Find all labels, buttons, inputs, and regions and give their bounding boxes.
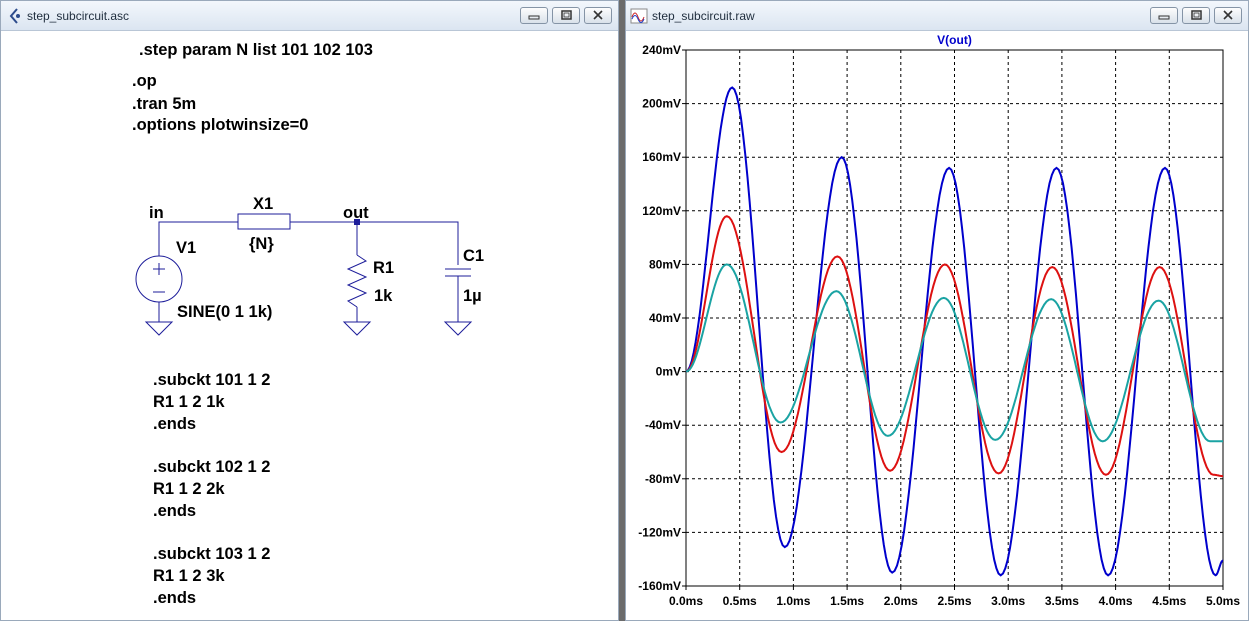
y-tick-label: -80mV — [645, 472, 681, 486]
restore-button[interactable] — [1182, 7, 1210, 24]
minimize-button[interactable] — [1150, 7, 1178, 24]
y-tick-label: 240mV — [642, 43, 681, 57]
y-tick-label: 40mV — [649, 311, 681, 325]
ground-icon[interactable] — [342, 321, 372, 336]
r1-name[interactable]: R1 — [373, 259, 394, 277]
c1-value[interactable]: 1µ — [463, 287, 482, 305]
x1-name[interactable]: X1 — [253, 195, 273, 213]
y-tick-label: -120mV — [638, 525, 681, 539]
subckt3-line3[interactable]: .ends — [153, 589, 196, 607]
net-label-in[interactable]: in — [149, 204, 164, 222]
schematic-window-title: step_subcircuit.asc — [27, 9, 130, 23]
schematic-window[interactable]: step_subcircuit.asc .step param N list 1… — [0, 0, 619, 621]
schematic-app-icon — [9, 8, 20, 24]
directive-options[interactable]: .options plotwinsize=0 — [132, 116, 308, 134]
subckt3-line1[interactable]: .subckt 103 1 2 — [153, 545, 270, 563]
ground-icon[interactable] — [443, 321, 473, 336]
x-tick-label: 0.0ms — [669, 594, 703, 608]
subckt1-line1[interactable]: .subckt 101 1 2 — [153, 371, 270, 389]
v1-name[interactable]: V1 — [176, 239, 196, 257]
subckt2-line2[interactable]: R1 1 2 2k — [153, 480, 225, 498]
ground-icon[interactable] — [144, 321, 174, 336]
x1-value[interactable]: {N} — [249, 235, 274, 253]
restore-icon — [1191, 10, 1202, 20]
restore-icon — [561, 10, 572, 20]
y-tick-label: 160mV — [642, 150, 681, 164]
close-icon — [593, 10, 603, 20]
directive-step[interactable]: .step param N list 101 102 103 — [139, 41, 373, 59]
subckt1-line3[interactable]: .ends — [153, 415, 196, 433]
y-tick-label: 200mV — [642, 97, 681, 111]
x-tick-label: 4.0ms — [1099, 594, 1133, 608]
r1-value[interactable]: 1k — [374, 287, 393, 305]
waveform-canvas[interactable]: -160mV -120mV -80mV -40mV 0mV 40mV 80mV 120mV 16… — [626, 31, 1248, 620]
x-tick-label: 4.5ms — [1152, 594, 1186, 608]
waveform-window-title: step_subcircuit.raw — [652, 9, 755, 23]
x-tick-label: 3.5ms — [1045, 594, 1079, 608]
close-button[interactable] — [584, 7, 612, 24]
v1-value[interactable]: SINE(0 1 1k) — [177, 303, 272, 321]
v1-source-symbol[interactable] — [135, 255, 183, 303]
x-tick-label: 3.0ms — [991, 594, 1025, 608]
waveform-window[interactable]: step_subcircuit.raw -160mV -120mV -80mV -40… — [625, 0, 1249, 621]
minimize-button[interactable] — [520, 7, 548, 24]
r1-resistor-symbol[interactable] — [346, 254, 368, 308]
x-tick-label: 5.0ms — [1206, 594, 1240, 608]
restore-button[interactable] — [552, 7, 580, 24]
c1-capacitor-symbol[interactable] — [445, 268, 471, 277]
directive-op[interactable]: .op — [132, 72, 157, 90]
subckt2-line1[interactable]: .subckt 102 1 2 — [153, 458, 270, 476]
subckt3-line2[interactable]: R1 1 2 3k — [153, 567, 225, 585]
minimize-icon — [1158, 15, 1170, 20]
x-tick-label: 0.5ms — [723, 594, 757, 608]
out-junction-dot — [354, 219, 360, 225]
y-tick-label: -40mV — [645, 418, 681, 432]
c1-name[interactable]: C1 — [463, 247, 484, 265]
x1-subcircuit-symbol[interactable] — [237, 213, 291, 230]
schematic-canvas[interactable]: .step param N list 101 102 103 .op .tran… — [1, 31, 618, 620]
minimize-icon — [528, 15, 540, 20]
x-tick-label: 2.0ms — [884, 594, 918, 608]
close-button[interactable] — [1214, 7, 1242, 24]
schematic-titlebar[interactable]: step_subcircuit.asc — [1, 1, 618, 31]
close-icon — [1223, 10, 1233, 20]
x-tick-label: 1.0ms — [776, 594, 810, 608]
y-tick-label: 0mV — [656, 365, 681, 379]
chart-title[interactable]: V(out) — [937, 33, 972, 47]
y-tick-label: -160mV — [638, 579, 681, 593]
waveform-app-icon — [630, 8, 648, 24]
subckt1-line2[interactable]: R1 1 2 1k — [153, 393, 225, 411]
x-tick-label: 1.5ms — [830, 594, 864, 608]
subckt2-line3[interactable]: .ends — [153, 502, 196, 520]
y-tick-label: 80mV — [649, 257, 681, 271]
waveform-plot[interactable]: -160mV -120mV -80mV -40mV 0mV 40mV 80mV 120mV 16… — [626, 31, 1248, 620]
waveform-titlebar[interactable]: step_subcircuit.raw — [626, 1, 1248, 31]
y-tick-label: 120mV — [642, 204, 681, 218]
schematic-drawing[interactable]: .step param N list 101 102 103 .op .tran… — [1, 31, 618, 620]
x-tick-label: 2.5ms — [937, 594, 971, 608]
directive-tran[interactable]: .tran 5m — [132, 95, 196, 113]
